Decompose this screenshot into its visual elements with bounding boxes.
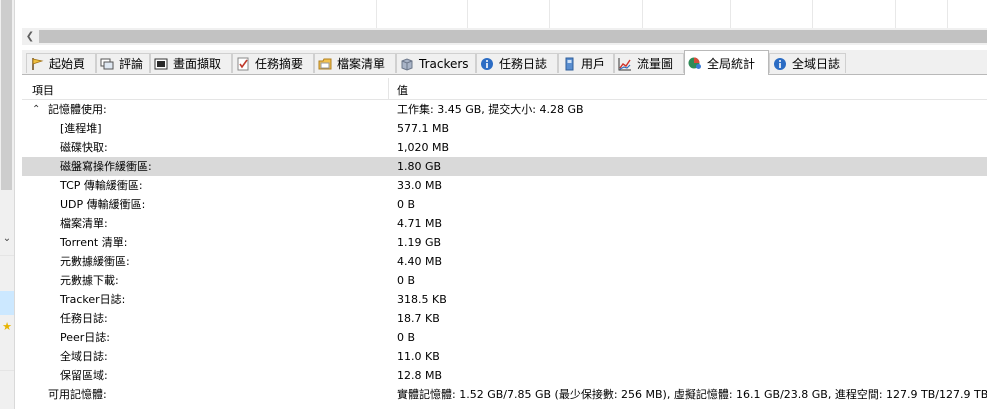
list-item[interactable]: ⌃ 記憶體使用: 工作集: 3.45 GB, 提交大小: 4.28 GB bbox=[22, 100, 987, 119]
traffic-graph-icon bbox=[618, 57, 632, 71]
torrent-list-area bbox=[22, 0, 987, 28]
task-summary-icon bbox=[236, 57, 250, 71]
list-item[interactable]: 全域日誌: 11.0 KB bbox=[22, 347, 987, 366]
start-page-icon bbox=[30, 57, 44, 71]
list-item[interactable]: 可用記憶體: 實體記憶體: 1.52 GB/7.85 GB (最少保接數: 25… bbox=[22, 385, 987, 404]
list-item[interactable]: 元數據下載: 0 B bbox=[22, 271, 987, 290]
list-item[interactable]: TCP 傳輸緩衝區: 33.0 MB bbox=[22, 176, 987, 195]
column-header-value[interactable]: 值 bbox=[397, 82, 408, 98]
tab-task-summary[interactable]: 任務摘要 bbox=[232, 53, 314, 73]
global-stats-icon bbox=[688, 56, 702, 70]
horizontal-scrollbar[interactable]: ❮ bbox=[22, 28, 987, 45]
trackers-icon bbox=[400, 57, 414, 71]
tab-file-list[interactable]: 檔案清單 bbox=[314, 53, 396, 73]
global-log-icon bbox=[773, 57, 787, 71]
horizontal-scrollbar-thumb[interactable] bbox=[39, 30, 987, 43]
global-stats-list: 項目 值 ⌃ 記憶體使用: 工作集: 3.45 GB, 提交大小: 4.28 G… bbox=[22, 78, 987, 409]
tab-global-stats[interactable]: 全局統計 bbox=[684, 50, 769, 75]
chevron-down-icon[interactable]: ⌄ bbox=[0, 232, 14, 246]
list-item[interactable]: 元數據緩衝區: 4.40 MB bbox=[22, 252, 987, 271]
file-list-icon bbox=[318, 57, 332, 71]
column-separator[interactable] bbox=[388, 78, 389, 99]
list-header: 項目 值 bbox=[22, 78, 987, 100]
stats-rows: ⌃ 記憶體使用: 工作集: 3.45 GB, 提交大小: 4.28 GB [進程… bbox=[22, 100, 987, 404]
tab-task-log[interactable]: 任務日誌 bbox=[476, 53, 558, 73]
left-selected-row[interactable] bbox=[0, 291, 14, 315]
divider bbox=[0, 370, 14, 371]
tab-peers[interactable]: 用戶 bbox=[558, 53, 614, 73]
list-item[interactable]: [進程堆] 577.1 MB bbox=[22, 119, 987, 138]
left-scrollbar-thumb[interactable] bbox=[1, 0, 12, 190]
list-item[interactable]: Tracker日誌: 318.5 KB bbox=[22, 290, 987, 309]
column-header-item[interactable]: 項目 bbox=[32, 82, 54, 98]
list-item[interactable]: 磁碟快取: 1,020 MB bbox=[22, 138, 987, 157]
task-log-icon bbox=[480, 57, 494, 71]
peers-icon bbox=[562, 57, 576, 71]
list-item[interactable]: Torrent 清單: 1.19 GB bbox=[22, 233, 987, 252]
tab-start-page[interactable]: 起始頁 bbox=[26, 53, 96, 73]
tab-screenshot[interactable]: 畫面擷取 bbox=[150, 53, 232, 73]
tab-comments[interactable]: 評論 bbox=[96, 53, 150, 73]
divider bbox=[0, 255, 14, 256]
list-item[interactable]: 保留區域: 12.8 MB bbox=[22, 366, 987, 385]
tab-traffic-graph[interactable]: 流量圖 bbox=[614, 53, 684, 73]
list-item-selected[interactable]: 磁盤寫操作緩衝區: 1.80 GB bbox=[22, 157, 987, 176]
star-icon: ★ bbox=[2, 320, 12, 333]
comments-icon bbox=[100, 57, 114, 71]
screenshot-icon bbox=[154, 57, 168, 71]
tab-trackers[interactable]: Trackers bbox=[396, 53, 476, 73]
list-item[interactable]: 任務日誌: 18.7 KB bbox=[22, 309, 987, 328]
detail-tab-bar: 起始頁 評論 畫面擷取 任務摘要 檔案清單 Trackers 任務日誌 用戶 流… bbox=[22, 50, 987, 75]
chevron-up-icon[interactable]: ⌃ bbox=[32, 100, 40, 119]
scroll-left-icon[interactable]: ❮ bbox=[22, 28, 38, 45]
list-item[interactable]: UDP 傳輸緩衝區: 0 B bbox=[22, 195, 987, 214]
list-item[interactable]: Peer日誌: 0 B bbox=[22, 328, 987, 347]
tab-global-log[interactable]: 全域日誌 bbox=[769, 53, 846, 73]
left-panel-strip: ⌄ ★ bbox=[0, 0, 15, 409]
list-item[interactable]: 檔案清單: 4.71 MB bbox=[22, 214, 987, 233]
